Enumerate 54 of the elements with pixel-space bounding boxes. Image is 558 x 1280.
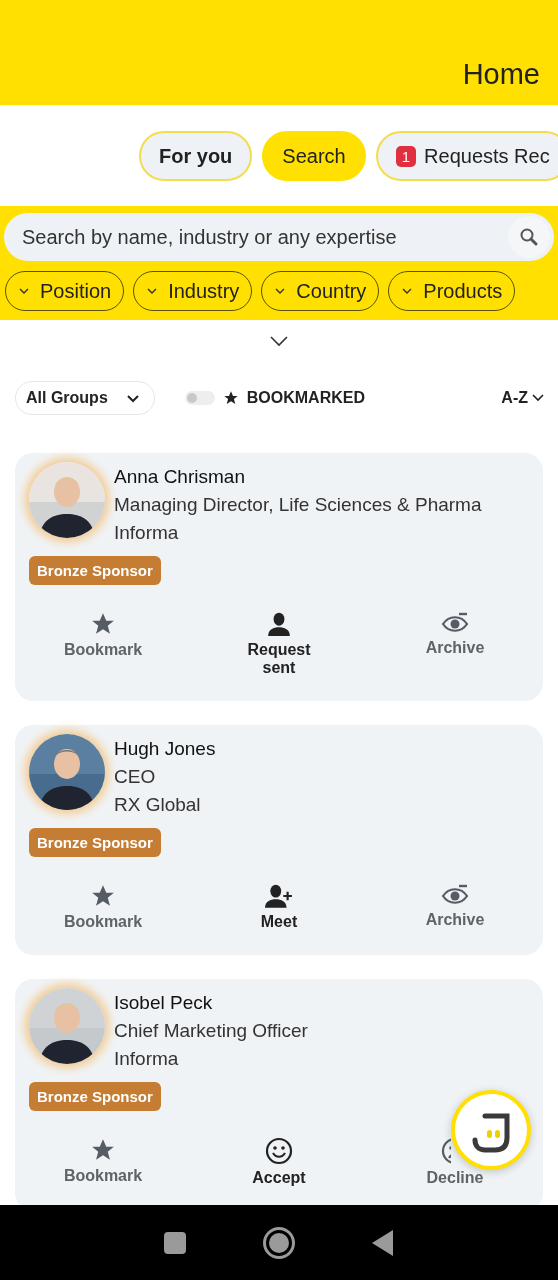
action-button[interactable]: Decline xyxy=(426,1169,484,1187)
tab[interactable]: For you xyxy=(139,131,253,181)
sponsor-badge: Bronze Sponsor xyxy=(29,1082,161,1111)
chevron-down-icon xyxy=(274,287,287,295)
chevron-down-icon xyxy=(125,393,140,403)
toggle-switch[interactable] xyxy=(184,391,215,405)
job-title: Managing Director, Life Sciences & Pharma xyxy=(114,494,482,516)
job-title: CEO xyxy=(114,766,157,788)
star-icon xyxy=(222,390,239,406)
action-button[interactable]: Bookmark xyxy=(63,1167,143,1185)
tab[interactable]: Search xyxy=(262,131,366,181)
company-name: Informa xyxy=(114,1048,180,1070)
chevron-down-icon xyxy=(401,287,414,295)
chevron-down-icon[interactable] xyxy=(269,335,289,347)
home-icon[interactable] xyxy=(262,1225,296,1260)
person-card[interactable]: Hugh Jones CEO RX Global Bronze Sponsor Bookmark Meet Archive xyxy=(15,725,543,955)
group-dropdown[interactable]: All Groups xyxy=(15,381,155,415)
sponsor-badge: Bronze Sponsor xyxy=(29,556,161,585)
action-button[interactable]: Archive xyxy=(425,639,485,657)
action-button[interactable]: Bookmark xyxy=(63,641,143,659)
search-button[interactable] xyxy=(508,216,550,258)
page-title: Home xyxy=(462,58,540,91)
search-bar[interactable]: Search by name, industry or any expertise xyxy=(4,213,554,261)
chevron-down-icon xyxy=(146,287,159,295)
person-card[interactable]: Isobel Peck Chief Marketing Officer Informa Bronze Sponsor Bookmark Accept Decline xyxy=(15,979,543,1205)
person-icon xyxy=(266,611,292,637)
smiley-icon xyxy=(265,1137,293,1165)
action-button[interactable]: Accept xyxy=(252,1169,306,1187)
action-button[interactable]: Bookmark xyxy=(63,913,143,931)
company-name: Informa xyxy=(114,522,180,544)
sponsor-badge: Bronze Sponsor xyxy=(29,828,161,857)
action-button[interactable]: Request sent xyxy=(234,641,324,677)
chevron-down-icon xyxy=(18,287,30,295)
eye-icon xyxy=(441,611,469,635)
bookmarked-label: BOOKMARKED xyxy=(246,389,365,407)
frown-icon xyxy=(441,1137,451,1165)
person-name: Anna Chrisman xyxy=(114,466,246,488)
person-card[interactable]: Anna Chrisman Managing Director, Life Sciences & Pharma Informa Bronze Sponsor Bookmark Request sent Archive xyxy=(15,453,543,701)
chevron-down-icon xyxy=(532,394,544,402)
person-name: Isobel Peck xyxy=(114,992,214,1014)
job-title: Chief Marketing Officer xyxy=(114,1020,308,1042)
eye-icon xyxy=(441,883,469,907)
sort-dropdown[interactable]: A-Z xyxy=(501,389,544,407)
person-name: Hugh Jones xyxy=(114,738,216,760)
search-field[interactable]: Search by name, industry or any expertise xyxy=(20,224,508,250)
recent-apps-icon[interactable] xyxy=(162,1230,187,1255)
action-button[interactable]: Meet xyxy=(260,913,298,931)
back-icon[interactable] xyxy=(371,1228,396,1257)
company-name: RX Global xyxy=(114,794,202,816)
add-person-icon xyxy=(265,883,293,909)
search-icon xyxy=(519,227,539,247)
tab[interactable]: 1 Requests Rec xyxy=(375,131,558,181)
count-badge: 1 xyxy=(395,145,417,167)
action-button[interactable]: Archive xyxy=(425,911,485,929)
